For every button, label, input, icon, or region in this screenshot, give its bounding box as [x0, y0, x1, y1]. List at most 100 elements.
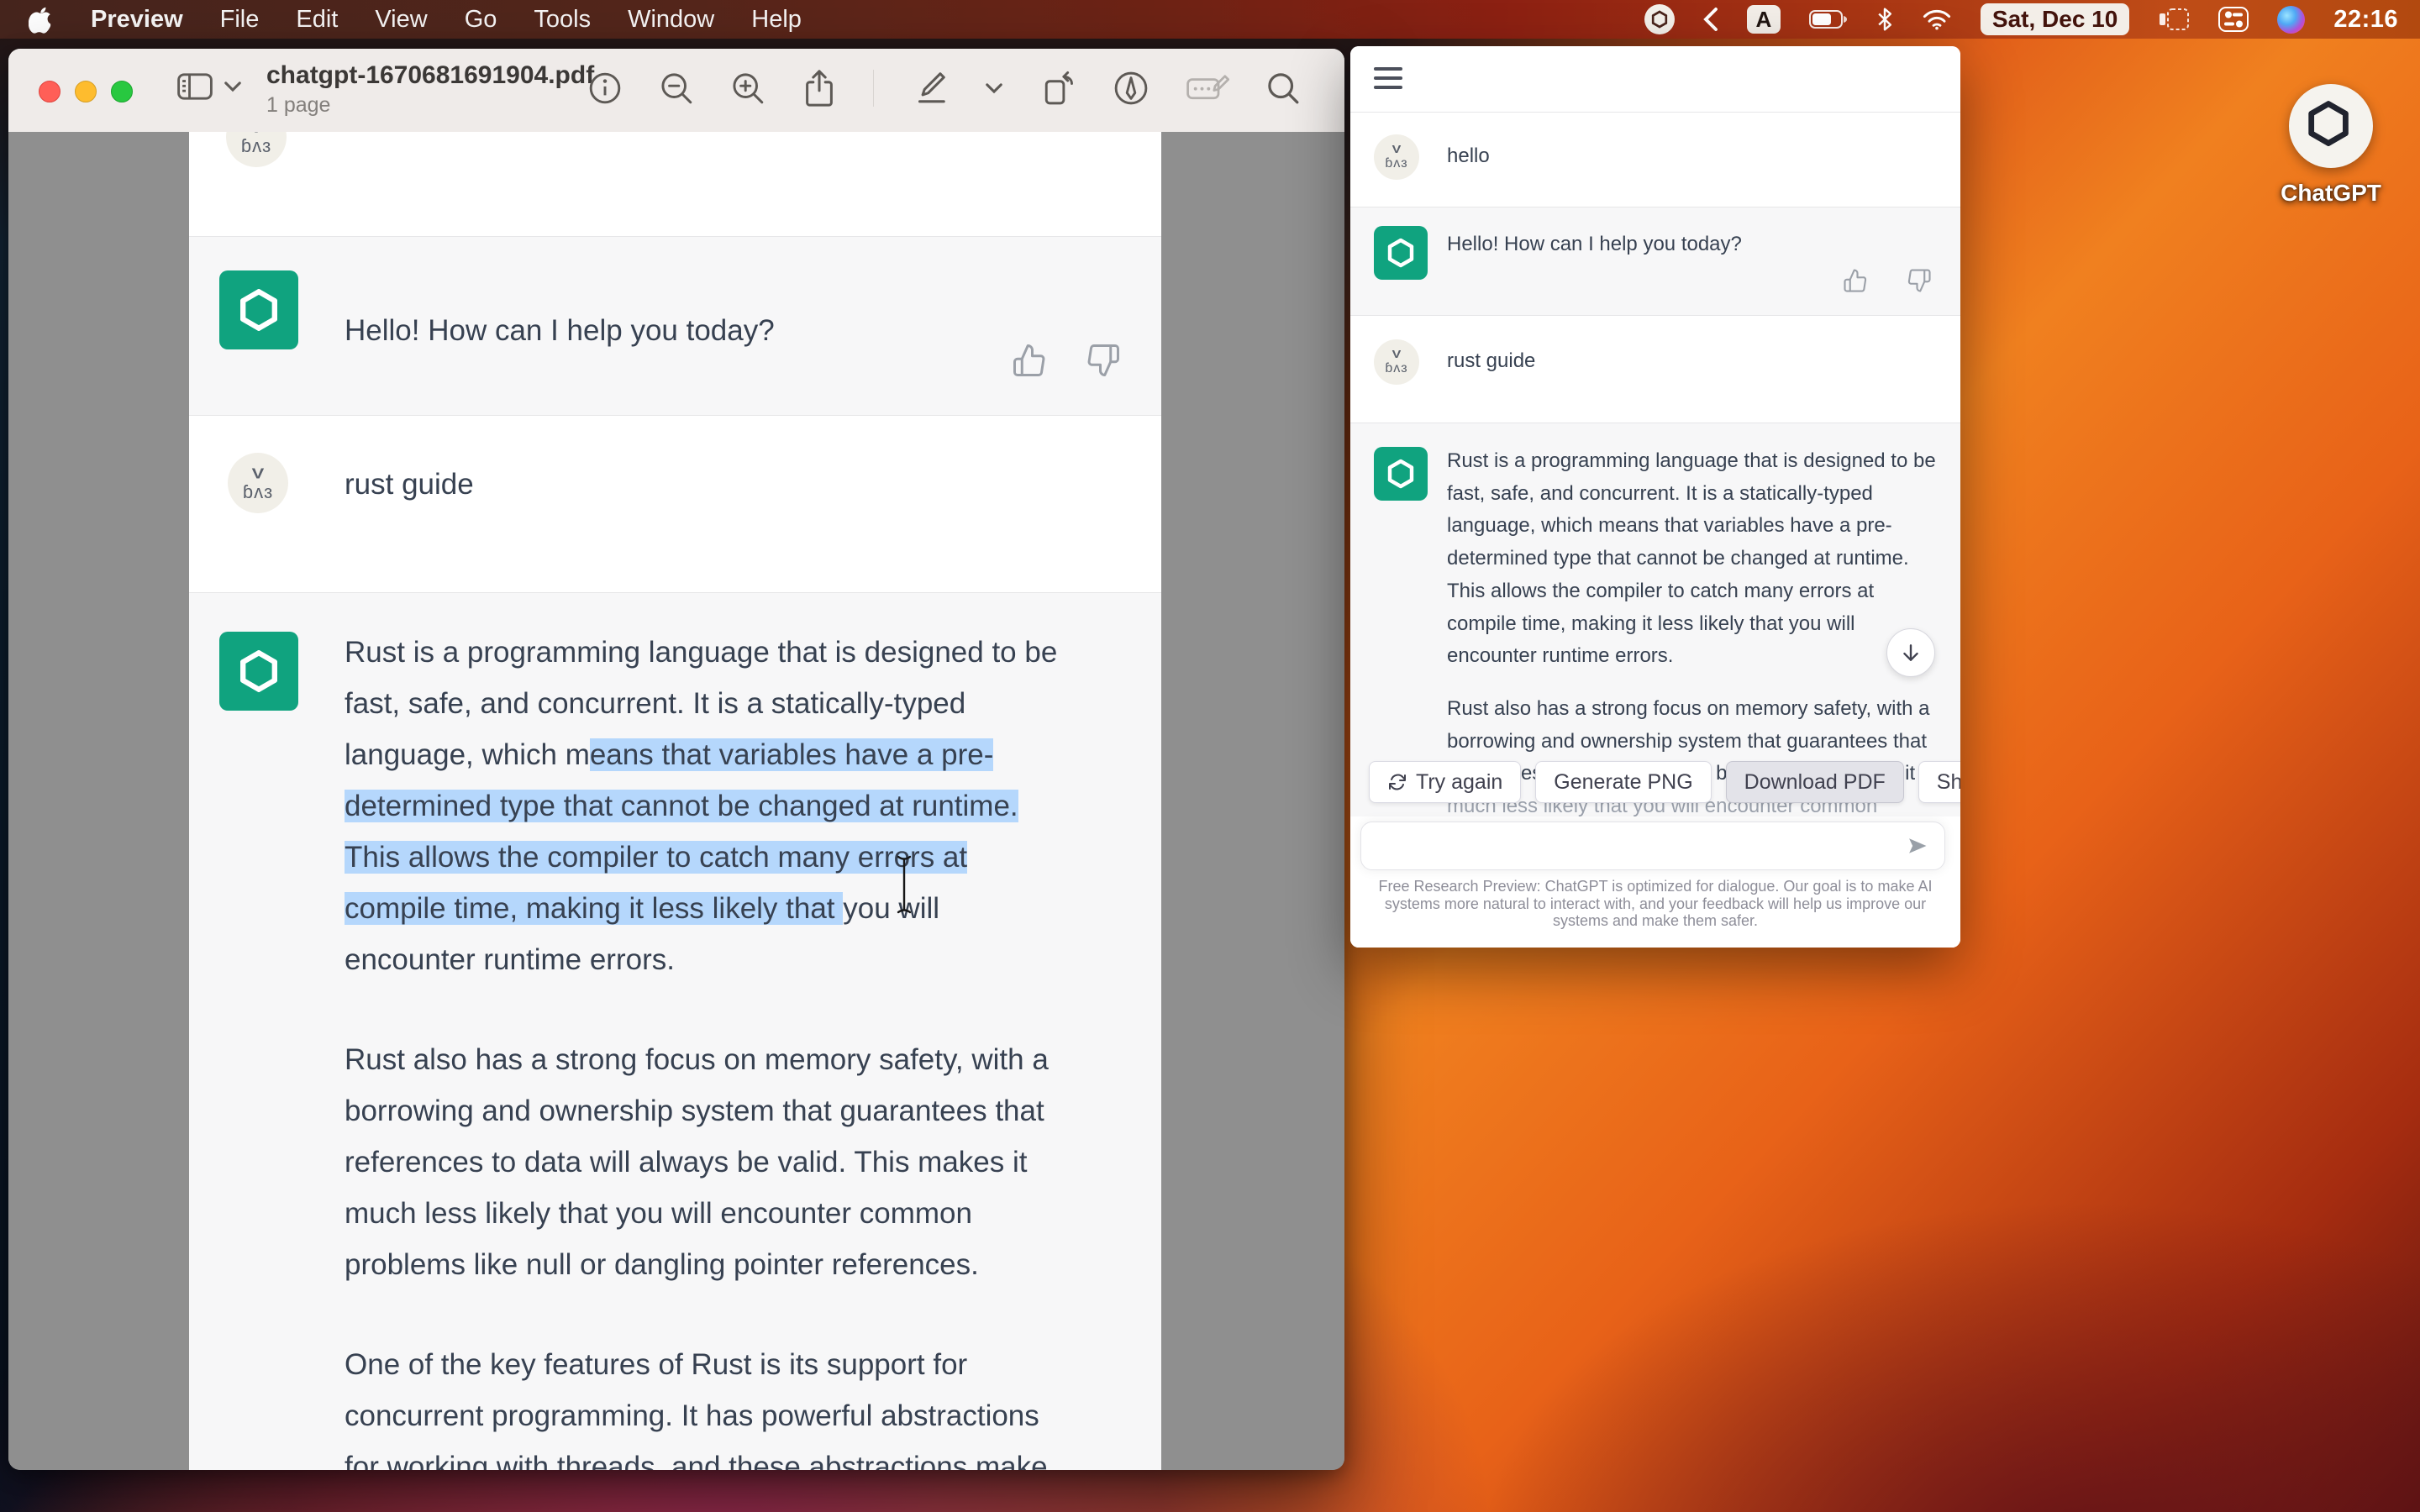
text-line: One of the key features of Rust is its s… [345, 1339, 1151, 1390]
button-label: Share Link [1937, 770, 1960, 795]
thumbs-up-icon[interactable] [1843, 268, 1868, 293]
menu-bar: Preview File Edit View Go Tools Window Help A S… [0, 0, 2420, 39]
text-line: Rust is a programming language that is d… [345, 627, 1151, 678]
user-avatar-glyph: ɓʌɜ [1385, 157, 1407, 171]
control-center-icon[interactable] [2218, 7, 2249, 32]
info-icon[interactable] [587, 71, 623, 106]
draw-icon[interactable] [1113, 70, 1150, 107]
user-avatar: Vɓʌɜ [1374, 339, 1419, 385]
thumbs-down-icon[interactable] [1086, 343, 1121, 378]
text-line: language, which means that variables hav… [1447, 510, 1943, 543]
markup-icon[interactable] [910, 69, 949, 108]
feedback-buttons [1012, 343, 1121, 378]
menu-item-tools[interactable]: Tools [534, 6, 591, 34]
rotate-icon[interactable] [1039, 69, 1076, 108]
assistant-message: Hello! How can I help you today? [1447, 233, 1742, 256]
apple-menu-icon[interactable] [29, 5, 54, 34]
text-line: for working with threads, and these abst… [345, 1441, 1151, 1470]
battery-icon[interactable] [1809, 9, 1848, 29]
menu-date[interactable]: Sat, Dec 10 [1981, 3, 2129, 35]
generate-png-button[interactable]: Generate PNG [1535, 761, 1711, 803]
text-segment: concurrent programming. It has powerful … [345, 1399, 1039, 1432]
stage-manager-icon[interactable] [2158, 7, 2190, 32]
menu-item-view[interactable]: View [375, 6, 427, 34]
pdf-assistant-row: Hello! How can I help you today? [189, 236, 1161, 416]
paragraph: Rust also has a strong focus on memory s… [345, 1034, 1151, 1290]
wifi-icon[interactable] [1922, 8, 1952, 31]
thumbs-up-icon[interactable] [1012, 343, 1047, 378]
chatgpt-window: Vɓʌɜhello Hello! How can I help you today… [1350, 46, 1960, 948]
markup-chevron-icon[interactable] [985, 81, 1003, 95]
zoom-button[interactable] [111, 81, 133, 102]
siri-icon[interactable] [2277, 6, 2305, 34]
zoom-in-icon[interactable] [730, 71, 765, 106]
text-line: compile time, making it less likely that… [345, 883, 1151, 934]
user-avatar-glyph: V [1392, 145, 1402, 156]
action-buttons: Try again Generate PNG Download PDF Share L… [1369, 761, 1960, 803]
openai-logo-icon [234, 647, 283, 696]
input-source-icon[interactable]: A [1747, 5, 1781, 34]
user-avatar-glyph: V [1392, 350, 1402, 361]
text-line: much less likely that you will encounter… [345, 1188, 1151, 1239]
menu-item-help[interactable]: Help [751, 6, 802, 34]
user-avatar-glyph: ɓʌɜ [243, 483, 273, 501]
window-controls [39, 81, 133, 102]
chevron-left-icon[interactable] [1703, 7, 1718, 32]
chatgpt-avatar [219, 632, 298, 711]
share-link-button[interactable]: Share Link [1918, 761, 1960, 803]
app-menus: Preview File Edit View Go Tools Window Help [91, 6, 802, 34]
openai-logo-icon [2289, 84, 2373, 168]
chatgpt-desktop-icon[interactable]: ChatGPT [2264, 84, 2398, 207]
button-label: Generate PNG [1554, 770, 1692, 795]
button-label: Download PDF [1744, 770, 1886, 795]
paragraph: One of the key features of Rust is its s… [345, 1339, 1151, 1470]
text-line: borrowing and ownership system that guar… [1447, 726, 1943, 759]
search-icon[interactable] [1265, 71, 1301, 106]
text-line: problems like null or dangling pointer r… [345, 1239, 1151, 1290]
chatgpt-avatar [219, 270, 298, 349]
text-segment: much less likely that you will encounter… [345, 1197, 972, 1230]
bluetooth-icon[interactable] [1876, 7, 1893, 32]
text-segment: One of the key features of Rust is its s… [345, 1348, 967, 1381]
pdf-viewer-area[interactable]: Vɓʌɜ Hello! How can I help you today? Vɓʌɜ… [8, 132, 1344, 1470]
scroll-to-bottom-button[interactable] [1886, 628, 1935, 677]
chatgpt-icon-label: ChatGPT [2264, 180, 2398, 207]
thumbs-down-icon[interactable] [1907, 268, 1932, 293]
user-avatar-glyph: ɓʌɜ [1385, 362, 1407, 375]
pdf-user-row: Vɓʌɜ rust guide [189, 416, 1161, 592]
message-input[interactable] [1360, 822, 1945, 870]
text-line: This allows the compiler to catch many e… [345, 832, 1151, 883]
text-line: concurrent programming. It has powerful … [345, 1390, 1151, 1441]
zoom-out-icon[interactable] [659, 71, 694, 106]
user-avatar: Vɓʌɜ [228, 453, 288, 513]
text-segment: borrowing and ownership system that guar… [345, 1095, 1044, 1127]
user-avatar: Vɓʌɜ [1374, 134, 1419, 180]
openai-logo-icon [234, 286, 283, 334]
pdf-page[interactable]: Vɓʌɜ Hello! How can I help you today? Vɓʌɜ… [189, 132, 1161, 1470]
assistant-message: Hello! How can I help you today? [345, 314, 775, 348]
sidebar-toggle-icon[interactable] [176, 71, 213, 102]
form-fill-icon[interactable] [1186, 71, 1229, 106]
openai-logo-icon [1384, 236, 1418, 270]
text-segment: references to data will always be valid.… [345, 1146, 1028, 1179]
minimize-button[interactable] [75, 81, 97, 102]
menu-item-go[interactable]: Go [465, 6, 497, 34]
user-avatar-glyph: ɓʌɜ [241, 137, 271, 155]
preview-titlebar[interactable]: chatgpt-1670681691904.pdf 1 page [8, 49, 1344, 133]
openai-status-icon[interactable] [1644, 4, 1675, 34]
sidebar-chevron-down-icon[interactable] [224, 80, 242, 93]
user-message: rust guide [345, 468, 474, 501]
menu-item-file[interactable]: File [220, 6, 260, 34]
toolbar-separator [873, 70, 874, 107]
try-again-button[interactable]: Try again [1369, 761, 1521, 803]
button-label: Try again [1416, 770, 1502, 795]
menu-hamburger-icon[interactable] [1374, 67, 1402, 89]
menu-item-preview[interactable]: Preview [91, 6, 183, 34]
download-pdf-button[interactable]: Download PDF [1726, 761, 1904, 803]
menu-item-edit[interactable]: Edit [296, 6, 338, 34]
menu-item-window[interactable]: Window [628, 6, 714, 34]
share-icon[interactable] [802, 69, 837, 108]
send-icon[interactable] [1906, 834, 1929, 858]
close-button[interactable] [39, 81, 60, 102]
chat-user-row: Vɓʌɜhello [1350, 113, 1960, 207]
